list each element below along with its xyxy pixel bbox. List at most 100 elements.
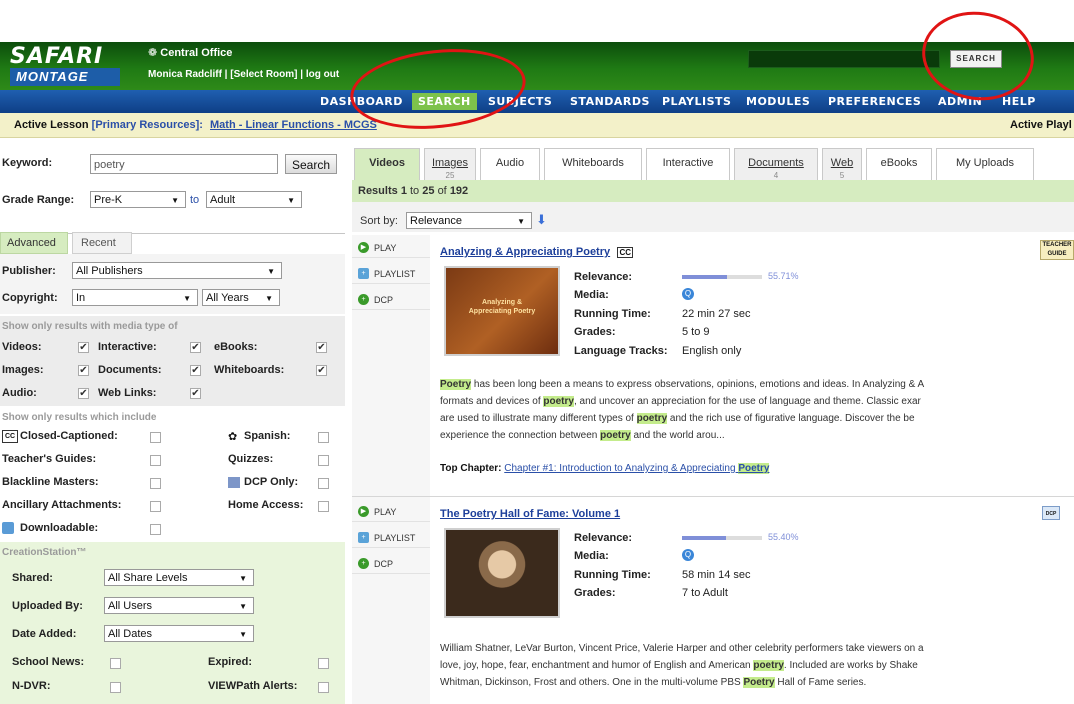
quizzes-label: Quizzes: — [228, 453, 274, 465]
years-value: All Years — [206, 292, 249, 304]
media-ebooks-checkbox[interactable]: ✔ — [316, 342, 327, 353]
tab-whiteboards[interactable]: Whiteboards — [544, 148, 642, 180]
result-1-title[interactable]: Analyzing & Appreciating Poetry — [440, 246, 610, 258]
home-access-label: Home Access: — [228, 499, 304, 511]
uploaded-by-select[interactable]: All Users ▼ — [104, 597, 254, 614]
result-1-top-chapter: Top Chapter: Chapter #1: Introduction to… — [440, 463, 770, 474]
result-2-dcp-button[interactable]: + DCP — [352, 554, 430, 574]
relevance-label: Relevance: — [574, 271, 633, 283]
date-added-select[interactable]: All Dates ▼ — [104, 625, 254, 642]
years-select[interactable]: All Years ▼ — [202, 289, 280, 306]
media-documents-checkbox[interactable]: ✔ — [190, 365, 201, 376]
include-heading: Show only results which include — [2, 412, 157, 423]
tab-my-uploads-label: My Uploads — [955, 157, 1015, 169]
downloadable-checkbox[interactable] — [150, 524, 161, 535]
viewpath-alerts-label: VIEWPath Alerts: — [208, 680, 298, 692]
blackline-masters-label: Blackline Masters: — [2, 476, 99, 488]
closed-captioned-checkbox[interactable] — [150, 432, 161, 443]
main-nav: DASHBOARD SEARCH SUBJECTS STANDARDS PLAY… — [0, 90, 1074, 113]
date-added-value: All Dates — [108, 628, 153, 640]
copyright-select[interactable]: In ▼ — [72, 289, 198, 306]
media-interactive-checkbox[interactable]: ✔ — [190, 342, 201, 353]
dcp-only-checkbox[interactable] — [318, 478, 329, 489]
keyword-highlight: poetry — [600, 430, 631, 441]
ancillary-attachments-checkbox[interactable] — [150, 501, 161, 512]
tab-ebooks[interactable]: eBooks — [866, 148, 932, 180]
result-2-play-button[interactable]: ▶ PLAY — [352, 502, 430, 522]
media-type-heading: Show only results with media type of — [2, 321, 178, 332]
nav-standards[interactable]: STANDARDS — [564, 93, 656, 110]
result-2-playlist-button[interactable]: + PLAYLIST — [352, 528, 430, 548]
grade-from-select[interactable]: Pre-K ▼ — [90, 191, 186, 208]
media-interactive-label: Interactive: — [98, 341, 157, 353]
nav-playlists[interactable]: PLAYLISTS — [656, 93, 737, 110]
nav-modules[interactable]: MODULES — [740, 93, 816, 110]
media-weblinks-checkbox[interactable]: ✔ — [190, 388, 201, 399]
media-audio-checkbox[interactable]: ✔ — [78, 388, 89, 399]
top-chapter-link[interactable]: Chapter #1: Introduction to Analyzing & … — [504, 463, 770, 474]
grade-range-label: Grade Range: — [2, 194, 75, 206]
playlist-icon: + — [358, 268, 369, 279]
ndvr-checkbox[interactable] — [110, 682, 121, 693]
tab-interactive[interactable]: Interactive — [646, 148, 730, 180]
tab-web[interactable]: Web 5 — [822, 148, 862, 180]
result-1-dcp-button[interactable]: + DCP — [352, 290, 430, 310]
result-1-thumbnail[interactable]: Analyzing & Appreciating Poetry — [444, 266, 560, 356]
active-lesson-link[interactable]: Math - Linear Functions - MCGS — [210, 119, 377, 131]
keyword-input[interactable]: poetry — [90, 154, 278, 174]
home-access-checkbox[interactable] — [318, 501, 329, 512]
blackline-masters-checkbox[interactable] — [150, 478, 161, 489]
desc-line: love, joy, hope, fear, enchantment and h… — [440, 657, 1074, 674]
dcp-badge[interactable]: DCP — [1042, 506, 1060, 520]
shared-select[interactable]: All Share Levels ▼ — [104, 569, 254, 586]
tab-my-uploads[interactable]: My Uploads — [936, 148, 1034, 180]
desc-line: Poetry has been long been a means to exp… — [440, 376, 1074, 393]
district-label: Central Office — [160, 47, 233, 59]
results-summary: Results 1 to 25 of 192 — [358, 185, 468, 197]
grade-to-select[interactable]: Adult ▼ — [206, 191, 302, 208]
quizzes-checkbox[interactable] — [318, 455, 329, 466]
publisher-select[interactable]: All Publishers ▼ — [72, 262, 282, 279]
header-search-input[interactable] — [748, 50, 940, 68]
user-menu-line[interactable]: Monica Radcliff | [Select Room] | log ou… — [148, 69, 339, 80]
dropdown-arrow-icon: ▼ — [239, 630, 247, 639]
expired-checkbox[interactable] — [318, 658, 329, 669]
result-2-thumbnail[interactable] — [444, 528, 560, 618]
top-chapter-text: Chapter #1: Introduction to Analyzing & … — [504, 463, 736, 474]
result-1-playlist-button[interactable]: + PLAYLIST — [352, 264, 430, 284]
result-1-description: Poetry has been long been a means to exp… — [440, 376, 1074, 444]
thumbnail-title: Analyzing & Appreciating Poetry — [468, 299, 536, 315]
spanish-label: Spanish: — [244, 430, 291, 442]
tab-documents[interactable]: Documents 4 — [734, 148, 818, 180]
nav-preferences[interactable]: PREFERENCES — [822, 93, 927, 110]
result-2-grades: 7 to Adult — [682, 587, 728, 599]
tab-web-label: Web — [830, 157, 854, 169]
sort-select[interactable]: Relevance ▼ — [406, 212, 532, 229]
keyword-highlight: poetry — [543, 396, 574, 407]
desc-text: Whitman, Dickinson, Frost and others. On… — [440, 677, 744, 688]
sort-value: Relevance — [410, 215, 462, 227]
safari-montage-logo[interactable]: SAFARI MONTAGE — [10, 44, 120, 88]
tab-recent[interactable]: Recent — [72, 232, 132, 254]
media-images-checkbox[interactable]: ✔ — [78, 365, 89, 376]
viewpath-alerts-checkbox[interactable] — [318, 682, 329, 693]
tab-videos[interactable]: Videos — [354, 148, 420, 180]
media-whiteboards-checkbox[interactable]: ✔ — [316, 365, 327, 376]
school-news-checkbox[interactable] — [110, 658, 121, 669]
tab-images[interactable]: Images 25 — [424, 148, 476, 180]
teachers-guides-checkbox[interactable] — [150, 455, 161, 466]
spanish-checkbox[interactable] — [318, 432, 329, 443]
keyword-search-button[interactable]: Search — [285, 154, 337, 174]
tab-audio[interactable]: Audio — [480, 148, 540, 180]
primary-resources-link[interactable]: [Primary Resources]: — [92, 119, 203, 131]
result-2-title[interactable]: The Poetry Hall of Fame: Volume 1 — [440, 508, 620, 520]
result-1-play-button[interactable]: ▶ PLAY — [352, 238, 430, 258]
sort-direction-icon[interactable]: ⬇ — [536, 212, 547, 228]
search-filter-panel: Keyword: poetry Search Grade Range: Pre-… — [0, 140, 345, 704]
dropdown-arrow-icon: ▼ — [183, 294, 191, 303]
dropdown-arrow-icon: ▼ — [171, 196, 179, 205]
media-videos-checkbox[interactable]: ✔ — [78, 342, 89, 353]
teacher-guide-badge[interactable]: TEACHER GUIDE — [1040, 240, 1074, 260]
play-label: PLAY — [374, 507, 397, 517]
tab-advanced[interactable]: Advanced — [0, 232, 68, 254]
